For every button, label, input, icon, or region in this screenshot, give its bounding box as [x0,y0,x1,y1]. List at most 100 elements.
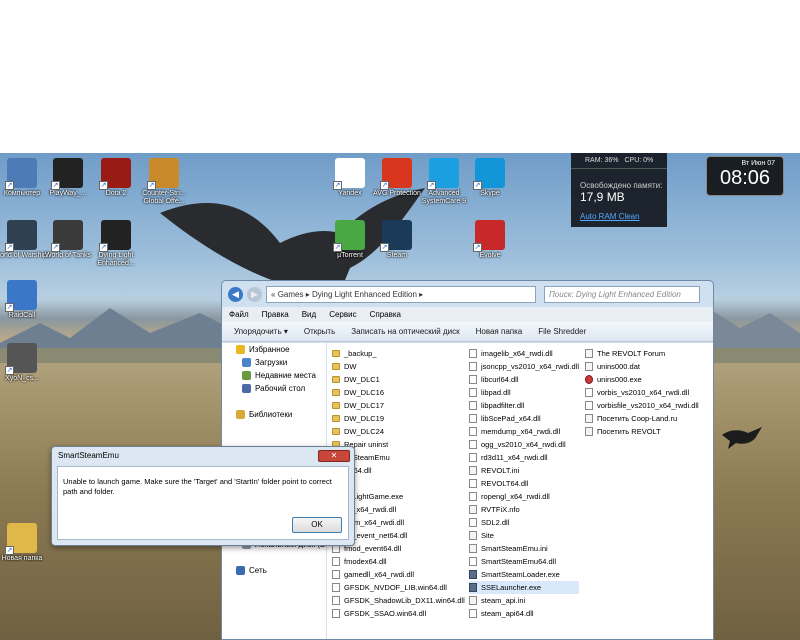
file-item[interactable]: steam_api64.dll [469,607,579,620]
desktop-shortcut[interactable]: ↗ RaidCall [0,280,52,320]
file-item[interactable]: SDL2.dll [469,516,579,529]
path-segment-game[interactable]: Dying Light Enhanced Edition [312,290,417,299]
file-item[interactable]: SSELauncher.exe [469,581,579,594]
utorrent-icon: ↗ [333,220,365,252]
menu-tools[interactable]: Сервис [329,307,356,322]
new-folder-button[interactable]: Новая папка [476,327,523,336]
file-item[interactable]: Посетить Coop-Land.ru [585,412,699,425]
search-input[interactable]: Поиск: Dying Light Enhanced Edition [544,285,700,303]
file-item[interactable]: REVOLT.ini [469,464,579,477]
file-icon [469,362,477,371]
file-name: RVTFiX.nfo [481,505,520,514]
file-item[interactable]: GFSDK_ShadowLib_DX11.win64.dll [332,594,465,607]
dialog-close-button[interactable]: ✕ [318,450,350,462]
file-item[interactable]: unins000.exe [585,373,699,386]
nav-item-label: Недавние места [255,371,316,380]
dialog-body: Unable to launch game. Make sure the 'Ta… [57,466,349,540]
file-item[interactable]: vorbisfile_vs2010_x64_rwdi.dll [585,399,699,412]
open-button[interactable]: Открыть [304,327,335,336]
menu-help[interactable]: Справка [370,307,401,322]
file-item[interactable]: fmodex64.dll [332,555,465,568]
address-path[interactable]: « Games ▸ Dying Light Enhanced Edition ▸ [266,285,536,303]
path-segment-games[interactable]: Games [278,290,304,299]
desktop-shortcut[interactable]: ↗ Dying Light Enhanced... [86,220,146,268]
nav-item[interactable]: Рабочий стол [222,382,326,395]
file-item[interactable]: DW_DLC17 [332,399,465,412]
folder-icon [332,415,340,422]
file-item[interactable]: DW_DLC16 [332,386,465,399]
dialog-ok-button[interactable]: OK [292,517,342,533]
organize-button[interactable]: Упорядочить ▾ [234,327,288,336]
file-item[interactable]: REVOLT64.dll [469,477,579,490]
skype-icon: ↗ [473,158,505,190]
file-item[interactable]: libpadfilter.dll [469,399,579,412]
file-item[interactable]: vorbis_vs2010_x64_rwdi.dll [585,386,699,399]
file-item[interactable]: imagelib_x64_rwdi.dll [469,347,579,360]
nav-item-icon [236,410,245,419]
file-item[interactable]: DW_DLC1 [332,373,465,386]
file-icon [332,596,340,605]
file-item[interactable]: GFSDK_NVDOF_LIB.win64.dll [332,581,465,594]
desktop-shortcut[interactable]: ↗ Новая папка [0,523,52,563]
menu-view[interactable]: Вид [302,307,316,322]
file-item[interactable]: jsoncpp_vs2010_x64_rwdi.dll [469,360,579,373]
yandex-icon: ↗ [333,158,365,190]
shortcut-arrow-icon: ↗ [99,181,108,190]
file-item[interactable]: _backup_ [332,347,465,360]
file-icon [585,362,593,371]
file-item[interactable]: DW_DLC19 [332,412,465,425]
file-item[interactable]: GFSDK_SSAO.win64.dll [332,607,465,620]
file-item[interactable]: ropengl_x64_rwdi.dll [469,490,579,503]
file-name: DW_DLC24 [344,427,385,436]
menu-file[interactable]: Файл [229,307,249,322]
back-button[interactable]: ◀ [228,286,243,302]
file-item[interactable]: SmartSteamLoader.exe [469,568,579,581]
desktop-shortcut[interactable]: ↗ Counter-Stri... Global Offe... [134,158,194,206]
file-item[interactable]: DW_DLC24 [332,425,465,438]
file-name: DW_DLC1 [344,375,380,384]
forward-button[interactable]: ▶ [247,286,262,302]
file-item[interactable]: SmartSteamEmu64.dll [469,555,579,568]
file-name: GFSDK_ShadowLib_DX11.win64.dll [344,596,465,605]
file-item[interactable]: libpad.dll [469,386,579,399]
file-name: fmodex64.dll [344,557,387,566]
shortcut-arrow-icon: ↗ [473,181,482,190]
nav-item[interactable]: Библиотеки [222,408,326,421]
file-item[interactable]: DW [332,360,465,373]
file-item[interactable]: SmartSteamEmu.ini [469,542,579,555]
nav-item[interactable]: Недавние места [222,369,326,382]
file-item[interactable]: libcurl64.dll [469,373,579,386]
file-item[interactable]: steam_api.ini [469,594,579,607]
folder-icon [332,376,340,383]
shortcut-arrow-icon: ↗ [380,181,389,190]
file-item[interactable]: ogg_vs2010_x64_rwdi.dll [469,438,579,451]
burn-button[interactable]: Записать на оптический диск [351,327,459,336]
file-item[interactable]: libScePad_x64.dll [469,412,579,425]
desktop-shortcut[interactable]: ↗ Evolve [460,220,520,260]
file-icon [469,453,477,462]
shortcut-arrow-icon: ↗ [5,181,14,190]
desktop-shortcut[interactable]: ↗ XyoN_cs... [0,343,52,383]
file-item[interactable]: gamedll_x64_rwdi.dll [332,568,465,581]
ram-usage-bar: RAM: 36% CPU: 0% [571,153,667,169]
nav-item-icon [242,384,251,393]
file-item[interactable]: unins000.dat [585,360,699,373]
desktop-shortcut-label: XyoN_cs... [5,375,39,382]
file-item[interactable]: Site [469,529,579,542]
menu-edit[interactable]: Правка [262,307,289,322]
file-item[interactable]: The REVOLT Forum [585,347,699,360]
nav-item[interactable]: Сеть [222,564,326,577]
desktop-shortcut[interactable]: ↗ Skype [460,158,520,198]
folder-icon: ↗ [5,523,37,555]
file-shredder-button[interactable]: File Shredder [538,327,586,336]
nav-item[interactable]: Загрузки [222,356,326,369]
file-item[interactable]: rd3d11_x64_rwdi.dll [469,451,579,464]
file-name: steam_api64.dll [481,609,534,618]
file-item[interactable]: memdump_x64_rwdi.dll [469,425,579,438]
nav-item[interactable]: Избранное [222,343,326,356]
desktop-shortcut[interactable]: ↗ Steam [367,220,427,260]
warships-icon: ↗ [5,220,37,252]
auto-ram-clean-link[interactable]: Auto RAM Clean [571,204,667,221]
file-item[interactable]: RVTFiX.nfo [469,503,579,516]
file-item[interactable]: Посетить REVOLT [585,425,699,438]
